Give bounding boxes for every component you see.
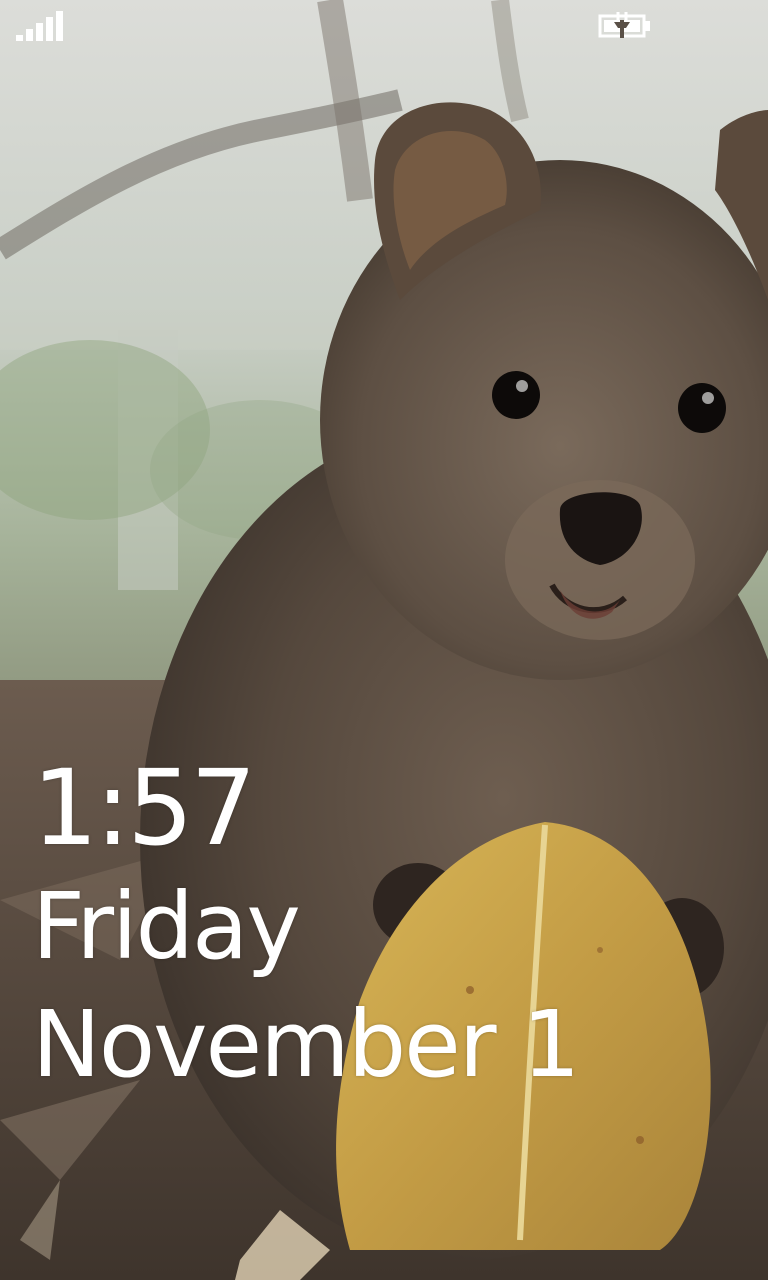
lock-screen[interactable]: 1:57 Friday November 1 <box>0 0 768 1280</box>
status-bar <box>0 0 768 52</box>
clock-date: November 1 <box>32 991 580 1098</box>
cellular-signal-icon <box>16 11 63 41</box>
battery-charging-icon <box>598 12 650 38</box>
lock-screen-clock: 1:57 Friday November 1 <box>32 747 580 1104</box>
clock-time: 1:57 <box>32 747 257 869</box>
clock-day: Friday <box>32 873 301 980</box>
